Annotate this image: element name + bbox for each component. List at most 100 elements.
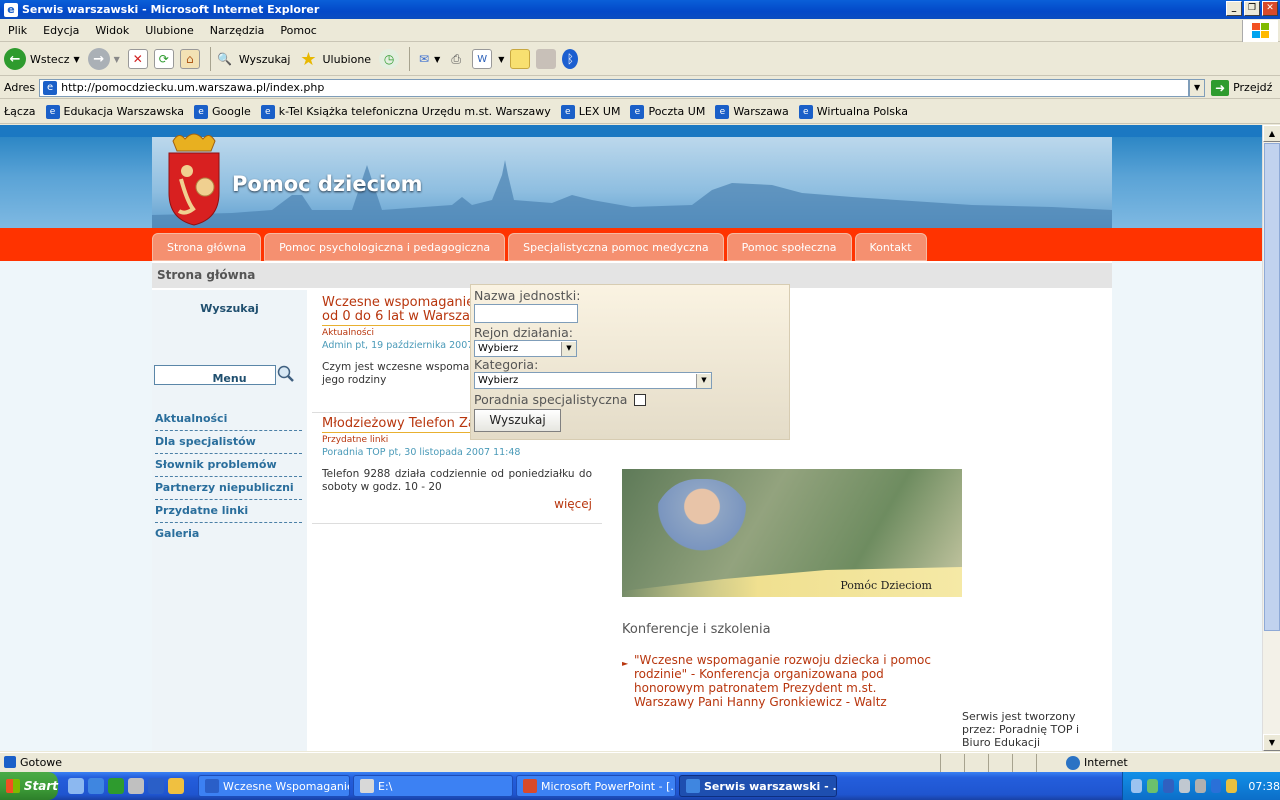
- word-icon[interactable]: [148, 778, 164, 794]
- start-label: Start: [23, 779, 58, 793]
- menu-ulubione[interactable]: Ulubione: [137, 24, 202, 37]
- more-link[interactable]: więcej: [322, 497, 592, 511]
- quick-launch: [68, 778, 184, 794]
- tray-app-icon[interactable]: [1178, 779, 1190, 793]
- drive-icon[interactable]: [128, 778, 144, 794]
- edit-word-icon[interactable]: W: [472, 49, 493, 69]
- link-wp[interactable]: e Wirtualna Polska: [798, 104, 908, 119]
- address-dropdown[interactable]: ▼: [1189, 78, 1206, 97]
- back-arrow-icon: ←: [4, 48, 26, 70]
- tab-pomoc-spoleczna[interactable]: Pomoc społeczna: [726, 233, 852, 261]
- bullet-icon: ►: [622, 659, 629, 668]
- note-icon[interactable]: [510, 49, 531, 69]
- start-button[interactable]: Start: [0, 772, 58, 800]
- link-icon: e: [45, 104, 60, 119]
- task-explorer[interactable]: E:\: [353, 775, 513, 797]
- dropdown-arrow-icon[interactable]: ▼: [498, 55, 504, 64]
- research-icon[interactable]: [536, 49, 557, 69]
- excel-icon[interactable]: [108, 778, 124, 794]
- mail-icon[interactable]: ✉: [414, 49, 434, 69]
- link-edukacja[interactable]: e Edukacja Warszawska: [45, 104, 184, 119]
- tab-kontakt[interactable]: Kontakt: [854, 233, 927, 261]
- security-zone: Internet: [1066, 755, 1128, 770]
- link-poczta[interactable]: e Poczta UM: [630, 104, 705, 119]
- category-select[interactable]: Wybierz ▼: [474, 372, 712, 389]
- link-lexum[interactable]: e LEX UM: [560, 104, 621, 119]
- sidebar-item-slownik-problemow[interactable]: Słownik problemów: [155, 454, 302, 477]
- tab-pomoc-medyczna[interactable]: Specjalistyczna pomoc medyczna: [508, 233, 724, 261]
- vertical-scrollbar[interactable]: ▲ ▼: [1262, 125, 1280, 751]
- tray-app-icon[interactable]: [1146, 779, 1158, 793]
- task-ie[interactable]: Serwis warszawski - ...: [679, 775, 837, 797]
- dropdown-arrow-icon: ▼: [73, 54, 80, 64]
- search-submit-button[interactable]: Wyszukaj: [474, 409, 561, 432]
- window-title: Serwis warszawski - Microsoft Internet E…: [22, 3, 320, 16]
- title-bar: e Serwis warszawski - Microsoft Internet…: [0, 0, 1280, 19]
- print-icon[interactable]: ⎙: [446, 49, 466, 69]
- sidebar-item-partnerzy[interactable]: Partnerzy niepubliczni: [155, 477, 302, 500]
- history-icon[interactable]: ◷: [379, 49, 400, 69]
- menu-widok[interactable]: Widok: [87, 24, 137, 37]
- article-text: Telefon 9288 działa codziennie od ponied…: [322, 468, 592, 493]
- conference-item[interactable]: ► "Wczesne wspomaganie rozwoju dziecka i…: [622, 653, 932, 709]
- forward-button[interactable]: → ▼: [87, 48, 120, 70]
- address-input[interactable]: e http://pomocdziecku.um.warszawa.pl/ind…: [39, 78, 1190, 97]
- link-ktel[interactable]: e k-Tel Książka telefoniczna Urzędu m.st.…: [260, 104, 551, 119]
- specialist-checkbox[interactable]: [634, 393, 647, 406]
- search-label: Wyszukaj: [238, 52, 291, 66]
- region-select[interactable]: Wybierz ▼: [474, 340, 577, 357]
- tray-app-icon[interactable]: [1162, 779, 1174, 793]
- home-icon[interactable]: ⌂: [179, 49, 200, 69]
- link-icon: e: [798, 104, 813, 119]
- sidebar-item-przydatne-linki[interactable]: Przydatne linki: [155, 500, 302, 523]
- nav-tabs: Strona główna Pomoc psychologiczna i ped…: [152, 233, 927, 261]
- favorites-label: Ulubione: [322, 52, 372, 66]
- stop-icon[interactable]: ✕: [127, 49, 148, 69]
- task-powerpoint[interactable]: Microsoft PowerPoint - [...: [516, 775, 676, 797]
- sidebar-item-aktualnosci[interactable]: Aktualności: [155, 408, 302, 431]
- clock-app-icon[interactable]: [168, 778, 184, 794]
- category-label: Kategoria:: [474, 357, 539, 372]
- menu-narzedzia[interactable]: Narzędzia: [202, 24, 273, 37]
- menu-plik[interactable]: Plik: [0, 24, 35, 37]
- go-button[interactable]: ➜ Przejdź: [1211, 79, 1272, 96]
- scroll-up-button[interactable]: ▲: [1263, 125, 1280, 142]
- dropdown-arrow-icon[interactable]: ▼: [434, 55, 440, 64]
- task-label: Serwis warszawski - ...: [704, 779, 837, 793]
- scroll-down-button[interactable]: ▼: [1263, 734, 1280, 751]
- forward-arrow-icon: →: [87, 48, 110, 70]
- link-label: LEX UM: [578, 105, 621, 118]
- back-button[interactable]: ← Wstecz ▼: [4, 48, 80, 70]
- task-word[interactable]: Wczesne Wspomaganie ...: [198, 775, 350, 797]
- maximize-button[interactable]: ❐: [1244, 1, 1260, 16]
- link-icon: e: [715, 104, 730, 119]
- sidebar-item-dla-specjalistow[interactable]: Dla specjalistów: [155, 431, 302, 454]
- menu-edycja[interactable]: Edycja: [35, 24, 87, 37]
- tab-pomoc-psychologiczna[interactable]: Pomoc psychologiczna i pedagogiczna: [264, 233, 506, 261]
- search-button[interactable]: 🔍 Wyszukaj: [215, 49, 291, 69]
- favorites-button[interactable]: ★ Ulubione: [298, 49, 372, 70]
- scroll-thumb[interactable]: [1264, 143, 1280, 631]
- link-warszawa[interactable]: e Warszawa: [715, 104, 789, 119]
- ie-icon: [686, 779, 700, 793]
- menu-pomoc[interactable]: Pomoc: [272, 24, 324, 37]
- network-icon[interactable]: [1131, 779, 1142, 793]
- tray-app-icon[interactable]: [1194, 779, 1206, 793]
- sidebar-item-galeria[interactable]: Galeria: [155, 523, 302, 546]
- tab-strona-glowna[interactable]: Strona główna: [152, 233, 262, 261]
- address-label: Adres: [4, 81, 36, 94]
- link-google[interactable]: e Google: [194, 104, 251, 119]
- unit-name-input[interactable]: [474, 304, 578, 323]
- desktop-icon[interactable]: [68, 778, 84, 794]
- minimize-button[interactable]: _: [1226, 1, 1242, 16]
- bluetooth-icon[interactable]: ᛒ: [562, 49, 579, 69]
- shield-icon[interactable]: [1210, 779, 1222, 793]
- tray-app-icon[interactable]: [1226, 779, 1238, 793]
- ie-icon[interactable]: [88, 778, 104, 794]
- ie-window: e Serwis warszawski - Microsoft Internet…: [0, 0, 1280, 800]
- page-viewport: Pomoc dzieciom Strona główna Pomoc psych…: [0, 125, 1262, 751]
- refresh-icon[interactable]: ⟳: [153, 49, 174, 69]
- drive-icon: [360, 779, 374, 793]
- conferences-heading: Konferencje i szkolenia: [622, 622, 771, 637]
- close-button[interactable]: ✕: [1262, 1, 1278, 16]
